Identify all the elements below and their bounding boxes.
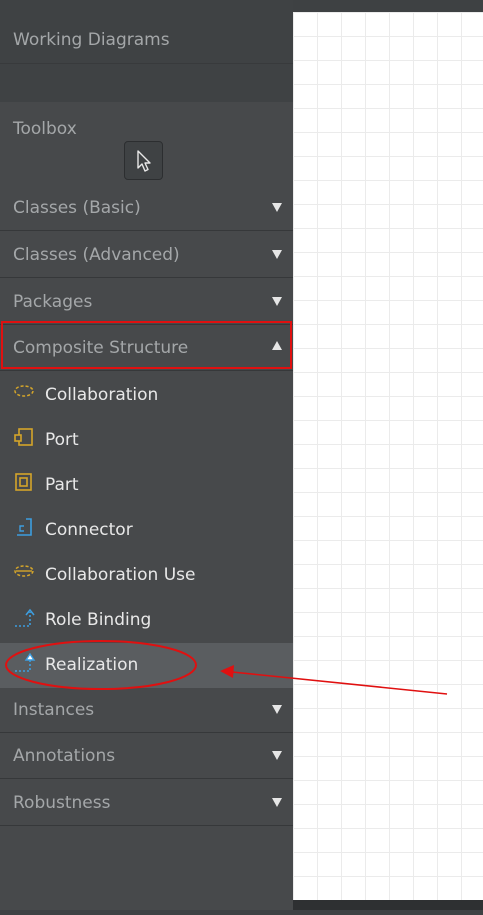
chevron-up-icon (272, 341, 282, 350)
tool-realization[interactable]: Realization (0, 643, 293, 688)
collaboration-icon (14, 385, 34, 397)
section-classes-basic[interactable]: Classes (Basic) (0, 185, 293, 231)
canvas-scrollbar[interactable] (293, 900, 483, 910)
section-robustness[interactable]: Robustness (0, 780, 293, 826)
section-label: Packages (13, 292, 93, 312)
tool-label: Collaboration Use (45, 565, 196, 585)
chevron-down-icon (272, 751, 282, 760)
tool-label: Collaboration (45, 385, 159, 405)
working-diagrams-label: Working Diagrams (13, 30, 170, 50)
tool-collaboration-use[interactable]: Collaboration Use (0, 553, 293, 598)
chevron-down-icon (272, 297, 282, 306)
tool-part[interactable]: Part (0, 463, 293, 508)
section-instances[interactable]: Instances (0, 687, 293, 733)
part-icon (15, 473, 32, 491)
collaboration-use-icon (14, 565, 34, 577)
pointer-icon (136, 149, 151, 172)
tool-role-binding[interactable]: Role Binding (0, 598, 293, 643)
realization-icon (15, 653, 36, 672)
working-diagrams-list (0, 64, 293, 102)
section-label: Classes (Basic) (13, 198, 141, 218)
section-label: Classes (Advanced) (13, 245, 180, 265)
section-label: Composite Structure (13, 338, 189, 358)
connector-icon (17, 518, 32, 536)
role-binding-icon (15, 608, 35, 627)
section-classes-advanced[interactable]: Classes (Advanced) (0, 232, 293, 278)
section-annotations[interactable]: Annotations (0, 733, 293, 779)
chevron-down-icon (272, 798, 282, 807)
section-label: Annotations (13, 746, 116, 766)
section-composite-structure[interactable]: Composite Structure (0, 325, 293, 371)
tool-label: Realization (45, 655, 139, 675)
tool-label: Port (45, 430, 79, 450)
chevron-down-icon (272, 250, 282, 259)
chevron-down-icon (272, 203, 282, 212)
tool-connector[interactable]: Connector (0, 508, 293, 553)
tool-port[interactable]: Port (0, 418, 293, 463)
status-strip (0, 910, 483, 915)
section-packages[interactable]: Packages (0, 279, 293, 325)
working-diagrams-header[interactable]: Working Diagrams (0, 0, 293, 64)
diagram-canvas[interactable] (293, 12, 483, 900)
chevron-down-icon (272, 705, 282, 714)
tool-label: Connector (45, 520, 133, 540)
port-icon (14, 428, 33, 446)
toolbox-label: Toolbox (13, 119, 77, 139)
tool-label: Role Binding (45, 610, 152, 630)
tool-label: Part (45, 475, 79, 495)
pointer-tool-button[interactable] (124, 141, 163, 180)
section-label: Robustness (13, 793, 111, 813)
section-label: Instances (13, 700, 95, 720)
sidebar: Working Diagrams Toolbox Classes (Basic)… (0, 0, 293, 915)
tool-collaboration[interactable]: Collaboration (0, 373, 293, 418)
